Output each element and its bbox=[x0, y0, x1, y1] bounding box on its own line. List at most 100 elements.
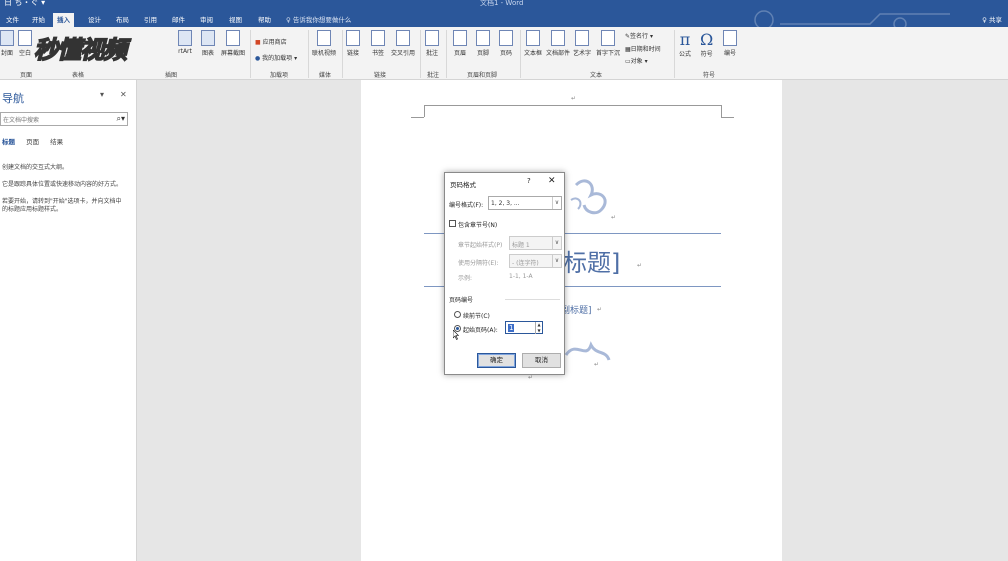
group-divider bbox=[505, 299, 560, 300]
group-label-illustrations: 插图 bbox=[165, 72, 178, 79]
paragraph-mark: ↵ bbox=[594, 361, 600, 368]
quickparts-icon bbox=[551, 30, 565, 46]
page-number-button[interactable]: 页码 bbox=[499, 30, 513, 57]
chapter-style-select[interactable]: 标题 1 ∨ bbox=[509, 236, 562, 250]
start-at-spinner[interactable]: 1 ▲ ▼ bbox=[505, 321, 543, 334]
dropcap-button[interactable]: 首字下沉 bbox=[596, 30, 620, 57]
ribbon-separator bbox=[674, 30, 675, 78]
ok-button[interactable]: 确定 bbox=[477, 353, 516, 368]
cover-page-icon bbox=[0, 30, 14, 46]
document-subtitle[interactable]: 副标题] bbox=[561, 303, 592, 316]
pi-icon: π bbox=[679, 30, 691, 49]
page-numbering-label: 页码编号 bbox=[449, 297, 474, 304]
separator-select[interactable]: - (连字符) ∨ bbox=[509, 254, 562, 268]
cancel-button[interactable]: 取消 bbox=[522, 353, 561, 368]
ribbon: 封面 空白 rtArt 图表 屏幕截图 ■ 应用商店 ● 我的加载项 ▾ 联机视… bbox=[0, 27, 1008, 80]
nav-options-icon[interactable]: ▾ bbox=[100, 90, 104, 99]
crossref-icon bbox=[396, 30, 410, 46]
spin-down-icon[interactable]: ▼ bbox=[535, 328, 542, 334]
tab-help[interactable]: 帮助 bbox=[254, 13, 275, 27]
paragraph-mark: ↵ bbox=[637, 262, 643, 269]
my-addins-button[interactable]: ● 我的加载项 ▾ bbox=[255, 53, 297, 62]
nav-tab-headings[interactable]: 标题 bbox=[2, 138, 15, 146]
example-label: 示例: bbox=[458, 275, 473, 282]
document-page[interactable]: ↵ ↵ 标题] ↵ 副标题] ↵ ↵ ↵ bbox=[361, 80, 782, 561]
paragraph-mark: ↵ bbox=[528, 374, 534, 381]
chart-button[interactable]: 图表 bbox=[201, 30, 215, 57]
chart-icon bbox=[201, 30, 215, 46]
nav-tab-pages[interactable]: 页面 bbox=[26, 138, 39, 146]
paragraph-mark: ↵ bbox=[597, 306, 603, 313]
number-button[interactable]: 编号 bbox=[723, 30, 737, 57]
crossref-button[interactable]: 交叉引用 bbox=[391, 30, 415, 57]
tab-references[interactable]: 引用 bbox=[140, 13, 161, 27]
group-label-text: 文本 bbox=[590, 72, 603, 79]
tell-me-search[interactable]: ♀ 告诉我你想要做什么 bbox=[286, 13, 351, 27]
tab-mailings[interactable]: 邮件 bbox=[168, 13, 189, 27]
tab-file[interactable]: 文件 bbox=[2, 13, 23, 27]
tab-insert[interactable]: 插入 bbox=[53, 13, 74, 27]
group-label-comments: 批注 bbox=[427, 72, 440, 79]
close-icon[interactable]: ✕ bbox=[548, 176, 556, 186]
nav-help-text: 若要开始，请转到"开始"选项卡，并向文档中 bbox=[2, 198, 122, 205]
ribbon-separator bbox=[308, 30, 309, 78]
chevron-down-icon: ∨ bbox=[552, 197, 561, 209]
symbol-button[interactable]: Ω 符号 bbox=[700, 30, 713, 58]
include-chapter-checkbox[interactable] bbox=[449, 220, 456, 227]
store-button[interactable]: ■ 应用商店 bbox=[255, 37, 287, 46]
bookmark-button[interactable]: 书签 bbox=[371, 30, 385, 57]
header-boundary bbox=[424, 105, 425, 117]
tab-layout[interactable]: 布局 bbox=[112, 13, 133, 27]
blank-page-button[interactable]: 空白 bbox=[18, 30, 32, 57]
header-button[interactable]: 页眉 bbox=[453, 30, 467, 57]
tab-home[interactable]: 开始 bbox=[28, 13, 49, 27]
help-button[interactable]: ? bbox=[527, 177, 531, 185]
screenshot-button[interactable]: 屏幕截图 bbox=[221, 30, 245, 57]
equation-button[interactable]: π 公式 bbox=[679, 30, 691, 58]
continue-radio[interactable] bbox=[454, 311, 461, 318]
tab-design[interactable]: 设计 bbox=[84, 13, 105, 27]
nav-close-icon[interactable]: ✕ bbox=[120, 90, 127, 99]
comment-button[interactable]: 批注 bbox=[425, 30, 439, 57]
share-button[interactable]: ♀ 共享 bbox=[982, 13, 1002, 27]
search-icon[interactable]: ⌕▾ bbox=[117, 114, 126, 124]
tab-view[interactable]: 视图 bbox=[225, 13, 246, 27]
continue-label: 续前节(C) bbox=[463, 313, 490, 320]
online-video-button[interactable]: 联机视频 bbox=[312, 30, 336, 57]
quickparts-button[interactable]: 文档部件 bbox=[546, 30, 570, 57]
ribbon-separator bbox=[520, 30, 521, 78]
footer-button[interactable]: 页脚 bbox=[476, 30, 490, 57]
ornament-top-icon bbox=[570, 179, 607, 215]
document-title[interactable]: 标题] bbox=[563, 243, 620, 278]
ornament-bottom-icon bbox=[564, 341, 611, 361]
nav-help-text: 它是跟踪具体位置或快速移动内容的好方式。 bbox=[2, 181, 123, 188]
smartart-icon bbox=[178, 30, 192, 46]
wordart-icon bbox=[575, 30, 589, 46]
window-title: 文档1 - Word bbox=[480, 0, 524, 7]
textbox-icon bbox=[526, 30, 540, 46]
camera-icon bbox=[226, 30, 240, 46]
nav-tab-results[interactable]: 结果 bbox=[50, 138, 63, 146]
page-number-format-dialog: 页码格式 ? ✕ 编号格式(F): 1, 2, 3, ... ∨ 包含章节号(N… bbox=[444, 172, 565, 375]
nav-search-input[interactable]: 在文档中搜索 ⌕▾ bbox=[0, 112, 128, 126]
header-boundary bbox=[411, 117, 424, 118]
nav-help-text: 创建文档的交互式大纲。 bbox=[2, 164, 69, 171]
nav-tabs: 标题 页面 结果 bbox=[2, 136, 72, 146]
date-time-button[interactable]: ▦日期和时间 bbox=[625, 44, 661, 53]
group-label-media: 媒体 bbox=[319, 72, 332, 79]
ribbon-separator bbox=[446, 30, 447, 78]
ribbon-tabs: 文件 开始 插入 设计 布局 引用 邮件 审阅 视图 帮助 ♀ 告诉我你想要做什… bbox=[0, 10, 1008, 31]
dialog-title: 页码格式 bbox=[450, 181, 476, 189]
watermark-logo: 秒懂视频 bbox=[33, 35, 128, 65]
object-button[interactable]: ▭对象 ▾ bbox=[625, 56, 648, 65]
cover-page-button[interactable]: 封面 bbox=[0, 30, 14, 57]
dropcap-icon bbox=[601, 30, 615, 46]
wordart-button[interactable]: 艺术字 bbox=[573, 30, 591, 57]
textbox-button[interactable]: 文本框 bbox=[524, 30, 542, 57]
link-button[interactable]: 链接 bbox=[346, 30, 360, 57]
smartart-button[interactable]: rtArt bbox=[178, 30, 192, 55]
number-format-select[interactable]: 1, 2, 3, ... ∨ bbox=[488, 196, 562, 210]
signature-line-button[interactable]: ✎签名行 ▾ bbox=[625, 31, 653, 40]
quick-access-toolbar[interactable]: 日 ち・ぐ ▾ bbox=[4, 0, 45, 8]
tab-review[interactable]: 审阅 bbox=[196, 13, 217, 27]
